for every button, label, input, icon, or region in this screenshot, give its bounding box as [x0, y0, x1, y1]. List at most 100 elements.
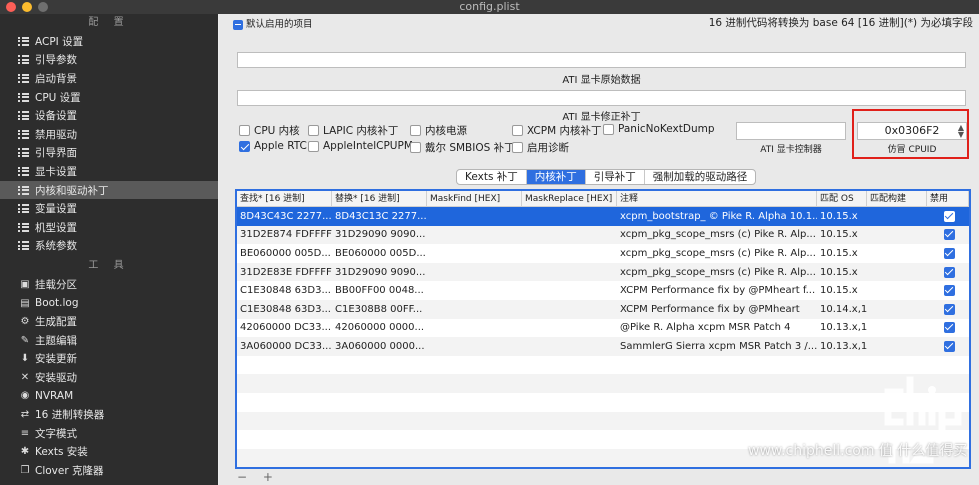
- checkbox[interactable]: [512, 142, 523, 153]
- option-panic-no-kext-dump[interactable]: PanicNoKextDump: [603, 123, 715, 135]
- cell-match-os[interactable]: 10.13.x,1...: [817, 322, 867, 333]
- checkbox[interactable]: [410, 125, 421, 136]
- cell-replace[interactable]: BE060000 005D...: [332, 248, 427, 259]
- tab-kernel-patch[interactable]: 内核补丁: [526, 170, 586, 184]
- option-apple-intel-cpupm[interactable]: AppleIntelCPUPM: [308, 140, 413, 152]
- cell-match-os[interactable]: 10.15.x: [817, 285, 867, 296]
- sidebar-item[interactable]: 内核和驱动补丁: [0, 180, 218, 200]
- disabled-checkbox[interactable]: [944, 322, 955, 334]
- cell-find[interactable]: 8D43C43C 2277...: [237, 211, 332, 222]
- cell-replace[interactable]: 42060000 0000...: [332, 322, 427, 333]
- kernel-patch-table[interactable]: 查找* [16 进制] 替换* [16 进制] MaskFind [HEX] M…: [235, 189, 971, 469]
- column-header-mask-find[interactable]: MaskFind [HEX]: [427, 191, 522, 206]
- table-row[interactable]: C1E30848 63D3... C1E308B8 00FF... XCPM Per…: [237, 299, 969, 319]
- cell-replace[interactable]: 31D29090 9090...: [332, 267, 427, 278]
- cell-replace[interactable]: 8D43C13C 2277...: [332, 211, 427, 222]
- cell-match-os[interactable]: 10.13.x,1...: [817, 341, 867, 352]
- cell-find[interactable]: 42060000 DC33...: [237, 322, 332, 333]
- sidebar-item[interactable]: 禁用驱动: [0, 125, 218, 144]
- tab-kexts-patch[interactable]: Kexts 补丁: [457, 170, 527, 184]
- sidebar-item[interactable]: ACPI 设置: [0, 32, 218, 51]
- cell-match-os[interactable]: 10.14.x,1...: [817, 304, 867, 315]
- option-dell-smbios-patch[interactable]: 戴尔 SMBIOS 补丁: [410, 140, 515, 155]
- table-row[interactable]: 31D2E874 FDFFFF 31D29090 9090... xcpm_pkg_…: [237, 225, 969, 245]
- checkbox[interactable]: [512, 125, 523, 136]
- table-row[interactable]: 8D43C43C 2277... 8D43C13C 2277... xcpm_boo…: [237, 207, 969, 226]
- sidebar-item[interactable]: 机型设置: [0, 218, 218, 237]
- table-row[interactable]: 31D2E83E FDFFFF 31D29090 9090... xcpm_pkg_…: [237, 262, 969, 282]
- cell-replace[interactable]: BB00FF00 0048...: [332, 285, 427, 296]
- table-row-empty[interactable]: [237, 356, 969, 375]
- ati-patch-input[interactable]: [237, 90, 966, 106]
- option-xcpm-patch[interactable]: XCPM 内核补丁: [512, 123, 602, 138]
- fake-cpuid-field[interactable]: 0x0306F2 ▲ ▼: [857, 122, 967, 140]
- sidebar-tool[interactable]: ▤ Boot.log: [0, 294, 218, 313]
- cell-find[interactable]: BE060000 005D...: [237, 248, 332, 259]
- option-kernel-power[interactable]: 内核电源: [410, 123, 467, 138]
- cell-comment[interactable]: xcpm_bootstrap_ © Pike R. Alpha 10.1...: [617, 211, 817, 222]
- cell-find[interactable]: 3A060000 DC33...: [237, 341, 332, 352]
- checkbox[interactable]: [410, 142, 421, 153]
- sidebar-item[interactable]: 显卡设置: [0, 162, 218, 181]
- table-row-empty[interactable]: [237, 393, 969, 412]
- tab-force-kexts[interactable]: 强制加载的驱动路径: [645, 170, 755, 184]
- column-header-match-os[interactable]: 匹配 OS: [817, 191, 867, 206]
- disabled-checkbox[interactable]: [944, 210, 955, 222]
- cell-replace[interactable]: C1E308B8 00FF...: [332, 304, 427, 315]
- cell-find[interactable]: 31D2E83E FDFFFF: [237, 267, 332, 278]
- column-header-comment[interactable]: 注释: [617, 191, 817, 206]
- cell-replace[interactable]: 3A060000 0000...: [332, 341, 427, 352]
- option-apple-rtc[interactable]: Apple RTC: [239, 140, 307, 152]
- cell-find[interactable]: 31D2E874 FDFFFF: [237, 229, 332, 240]
- disabled-checkbox[interactable]: [944, 340, 955, 352]
- table-row[interactable]: C1E30848 63D3... BB00FF00 0048... XCPM Per…: [237, 281, 969, 300]
- disabled-checkbox[interactable]: [944, 303, 955, 315]
- cell-match-os[interactable]: 10.15.x: [817, 211, 867, 222]
- disabled-checkbox[interactable]: [944, 247, 955, 259]
- table-row-empty[interactable]: [237, 374, 969, 393]
- cell-match-os[interactable]: 10.15.x: [817, 248, 867, 259]
- ati-rom-input[interactable]: [237, 52, 966, 68]
- checkbox[interactable]: [239, 125, 250, 136]
- tab-boot-patch[interactable]: 引导补丁: [586, 170, 645, 184]
- sidebar-tool[interactable]: ⇄ 16 进制转换器: [0, 405, 218, 424]
- table-row-empty[interactable]: [237, 411, 969, 431]
- cell-comment[interactable]: SammlerG Sierra xcpm MSR Patch 3 /...: [617, 341, 817, 352]
- cell-comment[interactable]: @Pike R. Alpha xcpm MSR Patch 4: [617, 322, 817, 333]
- sidebar-item[interactable]: 系统参数: [0, 237, 218, 256]
- cell-replace[interactable]: 31D29090 9090...: [332, 229, 427, 240]
- sidebar-tool[interactable]: ✎ 主题编辑: [0, 331, 218, 350]
- column-header-replace[interactable]: 替换* [16 进制]: [332, 191, 427, 206]
- checkbox-checked[interactable]: [239, 140, 250, 152]
- table-row[interactable]: 3A060000 DC33... 3A060000 0000... SammlerG…: [237, 337, 969, 356]
- checkbox[interactable]: [308, 140, 319, 152]
- sidebar-item[interactable]: 引导界面: [0, 144, 218, 163]
- option-lapic-patch[interactable]: LAPIC 内核补丁: [308, 123, 398, 138]
- cell-find[interactable]: C1E30848 63D3...: [237, 285, 332, 296]
- cell-comment[interactable]: XCPM Performance fix by @PMheart f...: [617, 285, 817, 296]
- sidebar-tool[interactable]: ⚙ 生成配置: [0, 312, 218, 331]
- sidebar-tool[interactable]: ✕ 安装驱动: [0, 368, 218, 387]
- cell-find[interactable]: C1E30848 63D3...: [237, 304, 332, 315]
- sidebar-tool[interactable]: ✱ Kexts 安装: [0, 442, 218, 461]
- sidebar-item[interactable]: 变量设置: [0, 199, 218, 218]
- cell-match-os[interactable]: 10.15.x: [817, 267, 867, 278]
- sidebar-item[interactable]: 启动背景: [0, 69, 218, 88]
- sidebar-tool[interactable]: ❐ Clover 克隆器: [0, 461, 218, 480]
- cell-comment[interactable]: XCPM Performance fix by @PMheart: [617, 304, 817, 315]
- column-header-match-build[interactable]: 匹配构建: [867, 191, 927, 206]
- sidebar-item[interactable]: 设备设置: [0, 106, 218, 125]
- cell-comment[interactable]: xcpm_pkg_scope_msrs (c) Pike R. Alp...: [617, 267, 817, 278]
- table-row[interactable]: BE060000 005D... BE060000 005D... xcpm_pkg…: [237, 244, 969, 263]
- option-enable-diagnostics[interactable]: 启用诊断: [512, 140, 569, 155]
- sidebar-item[interactable]: 引导参数: [0, 51, 218, 70]
- add-remove-buttons[interactable]: − +: [237, 470, 279, 484]
- option-cpu-core[interactable]: CPU 内核: [239, 123, 300, 138]
- checkbox[interactable]: [603, 123, 614, 135]
- column-header-disabled[interactable]: 禁用: [927, 191, 969, 206]
- cell-comment[interactable]: xcpm_pkg_scope_msrs (c) Pike R. Alp...: [617, 248, 817, 259]
- sidebar-tool[interactable]: ◉ NVRAM: [0, 387, 218, 406]
- checkbox[interactable]: [308, 125, 319, 136]
- column-header-mask-replace[interactable]: MaskReplace [HEX]: [522, 191, 617, 206]
- sidebar-tool[interactable]: ⬇ 安装更新: [0, 350, 218, 369]
